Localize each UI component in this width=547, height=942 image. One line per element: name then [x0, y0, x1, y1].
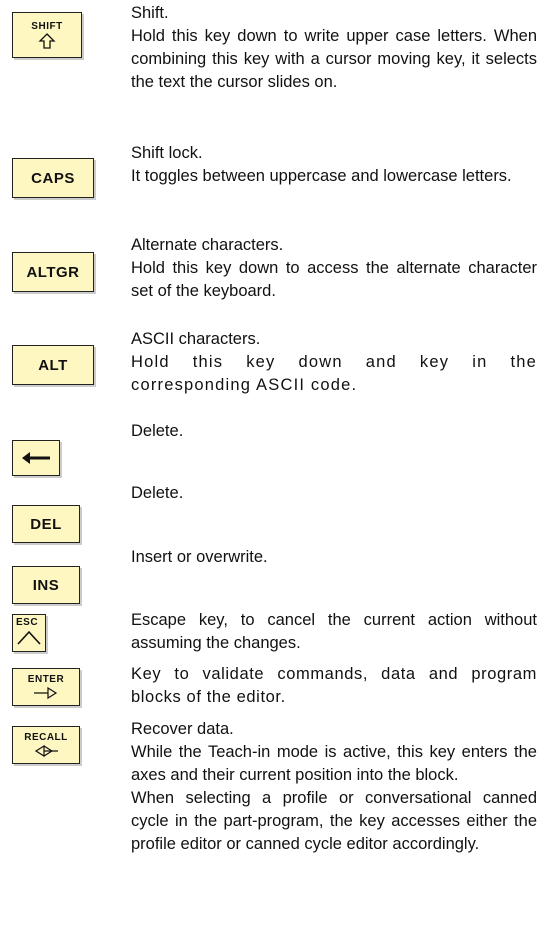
shift-key-label: SHIFT	[31, 20, 63, 32]
left-outline-arrow-icon	[34, 744, 58, 757]
altgr-description: Alternate characters. Hold this key down…	[131, 234, 537, 303]
up-outline-arrow-icon	[38, 32, 56, 49]
caps-key: CAPS	[12, 158, 94, 198]
del-key: DEL	[12, 505, 80, 543]
shift-text: Hold this key down to write upper case l…	[131, 27, 537, 91]
ins-key: INS	[12, 566, 80, 604]
altgr-key: ALTGR	[12, 252, 94, 292]
del-description: Delete.	[131, 482, 537, 505]
right-outline-arrow-icon	[34, 686, 58, 699]
caps-description: Shift lock. It toggles between uppercase…	[131, 142, 537, 188]
esc-key: ESC	[12, 614, 46, 652]
backspace-title: Delete.	[131, 422, 184, 440]
enter-description: Key to validate commands, data and progr…	[131, 663, 537, 709]
alt-text: Hold this key down and key in the corres…	[131, 353, 537, 394]
ins-key-label: INS	[32, 576, 60, 594]
caret-up-icon	[17, 630, 41, 645]
backspace-description: Delete.	[131, 420, 537, 443]
caps-title: Shift lock.	[131, 144, 203, 162]
recall-text: While the Teach-in mode is active, this …	[131, 743, 537, 784]
backspace-key	[12, 440, 60, 476]
esc-title: Escape key, to cancel the current action…	[131, 611, 537, 652]
recall-description: Recover data. While the Teach-in mode is…	[131, 718, 537, 856]
keyboard-keys-reference: SHIFT Shift. Hold this key down to write…	[0, 0, 547, 942]
recall-title: Recover data.	[131, 720, 234, 738]
shift-description: Shift. Hold this key down to write upper…	[131, 2, 537, 94]
shift-title: Shift.	[131, 4, 169, 22]
esc-key-label: ESC	[16, 617, 39, 628]
left-arrow-icon	[22, 452, 50, 464]
altgr-text: Hold this key down to access the alterna…	[131, 259, 537, 300]
recall-key: RECALL	[12, 726, 80, 764]
shift-key: SHIFT	[12, 12, 82, 58]
recall-key-label: RECALL	[24, 731, 68, 743]
altgr-key-label: ALTGR	[26, 263, 80, 281]
recall-text-2: When selecting a profile or conversation…	[131, 789, 537, 853]
enter-title: Key to validate commands, data and progr…	[131, 665, 537, 706]
del-key-label: DEL	[30, 515, 62, 533]
enter-key-label: ENTER	[27, 673, 65, 685]
altgr-title: Alternate characters.	[131, 236, 284, 254]
alt-title: ASCII characters.	[131, 330, 261, 348]
esc-description: Escape key, to cancel the current action…	[131, 609, 537, 655]
caps-text: It toggles between uppercase and lowerca…	[131, 167, 512, 185]
ins-description: Insert or overwrite.	[131, 546, 537, 569]
alt-description: ASCII characters. Hold this key down and…	[131, 328, 537, 397]
ins-title: Insert or overwrite.	[131, 548, 268, 566]
alt-key-label: ALT	[38, 356, 68, 374]
enter-key: ENTER	[12, 668, 80, 706]
caps-key-label: CAPS	[31, 169, 75, 187]
del-title: Delete.	[131, 484, 184, 502]
alt-key: ALT	[12, 345, 94, 385]
